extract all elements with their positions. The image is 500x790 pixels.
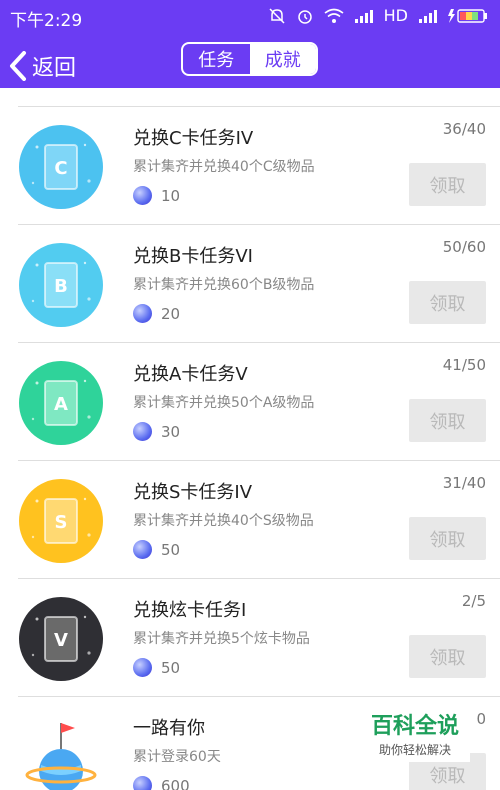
card-c-icon: C	[19, 125, 103, 209]
task-title: 兑换B卡任务VI	[133, 246, 253, 267]
task-title: 兑换C卡任务IV	[133, 128, 254, 149]
task-title: 一路有你	[133, 718, 205, 739]
mute-bell-icon	[269, 7, 285, 24]
tab-switcher: 任务 成就	[181, 42, 318, 76]
task-reward: 30	[133, 422, 180, 441]
achievement-row: C 兑换C卡任务IV 累计集齐并兑换40个C级物品 10 36/40 领取	[0, 107, 500, 225]
task-description: 累计集齐并兑换40个C级物品	[133, 159, 315, 175]
task-progress: 0	[476, 710, 486, 728]
task-reward: 600	[133, 776, 190, 790]
coin-icon	[133, 776, 152, 790]
tab-tasks[interactable]: 任务	[183, 44, 250, 74]
planet-flag-icon	[19, 715, 103, 790]
task-description: 累计集齐并兑换40个S级物品	[133, 513, 314, 529]
status-time: 下午2:29	[10, 11, 83, 31]
svg-text:C: C	[54, 158, 67, 179]
coin-icon	[133, 658, 152, 677]
reward-amount: 10	[161, 186, 181, 205]
coin-icon	[133, 186, 152, 205]
back-button[interactable]: 返回	[8, 50, 76, 82]
svg-text:V: V	[54, 630, 68, 651]
task-progress: 41/50	[442, 356, 486, 374]
coin-icon	[133, 422, 152, 441]
watermark-title: 百科全说	[370, 714, 459, 739]
reward-amount: 50	[161, 658, 181, 677]
status-icons: HD	[268, 6, 488, 25]
achievement-list: C 兑换C卡任务IV 累计集齐并兑换40个C级物品 10 36/40 领取 B 兑换B卡任务V…	[0, 88, 500, 790]
task-reward: 10	[133, 186, 180, 205]
watermark-logo: 百科全说 助你轻松解决	[360, 712, 470, 762]
claim-button[interactable]: 领取	[409, 399, 486, 442]
card-a-icon: A	[19, 361, 103, 445]
task-reward: 20	[133, 304, 180, 323]
signal-icon	[354, 9, 373, 23]
svg-text:A: A	[54, 394, 68, 415]
reward-amount: 600	[161, 776, 190, 790]
task-progress: 36/40	[442, 120, 486, 138]
claim-button[interactable]: 领取	[409, 635, 486, 678]
task-title: 兑换S卡任务IV	[133, 482, 253, 503]
task-title: 兑换A卡任务V	[133, 364, 248, 385]
claim-button[interactable]: 领取	[409, 517, 486, 560]
achievement-row: S 兑换S卡任务IV 累计集齐并兑换40个S级物品 50 31/40 领取	[0, 461, 500, 579]
task-progress: 31/40	[442, 474, 486, 492]
claim-button[interactable]: 领取	[409, 281, 486, 324]
network-type: HD	[383, 6, 408, 25]
card-v-icon: V	[19, 597, 103, 681]
reward-amount: 30	[161, 422, 181, 441]
task-description: 累计集齐并兑换60个B级物品	[133, 277, 315, 293]
charging-battery-icon	[448, 8, 487, 23]
claim-button[interactable]: 领取	[409, 163, 486, 206]
achievement-row: A 兑换A卡任务V 累计集齐并兑换50个A级物品 30 41/50 领取	[0, 343, 500, 461]
task-description: 累计集齐并兑换50个A级物品	[133, 395, 315, 411]
alarm-icon	[297, 9, 312, 24]
achievement-row: B 兑换B卡任务VI 累计集齐并兑换60个B级物品 20 50/60 领取	[0, 225, 500, 343]
task-reward: 50	[133, 658, 180, 677]
reward-amount: 50	[161, 540, 181, 559]
watermark-subtitle: 助你轻松解决	[378, 743, 451, 757]
card-s-icon: S	[19, 479, 103, 563]
coin-icon	[133, 304, 152, 323]
status-bar: 下午2:29 HD	[0, 0, 500, 34]
svg-text:B: B	[54, 276, 68, 297]
back-label: 返回	[32, 56, 77, 81]
reward-amount: 20	[161, 304, 181, 323]
svg-text:S: S	[55, 512, 68, 533]
wifi-icon	[324, 8, 344, 23]
task-description: 累计集齐并兑换5个炫卡物品	[133, 631, 310, 647]
coin-icon	[133, 540, 152, 559]
task-progress: 2/5	[461, 592, 486, 610]
signal-icon-2	[419, 9, 437, 23]
task-description: 累计登录60天	[133, 749, 221, 765]
task-progress: 50/60	[442, 238, 486, 256]
card-b-icon: B	[19, 243, 103, 327]
task-reward: 50	[133, 540, 180, 559]
tab-achievements[interactable]: 成就	[249, 44, 316, 74]
chevron-left-icon	[10, 51, 26, 81]
app-header: 下午2:29 HD 返回 任务 成就	[0, 0, 500, 88]
task-title: 兑换炫卡任务I	[133, 600, 247, 621]
achievement-row: V 兑换炫卡任务I 累计集齐并兑换5个炫卡物品 50 2/5 领取	[0, 579, 500, 697]
